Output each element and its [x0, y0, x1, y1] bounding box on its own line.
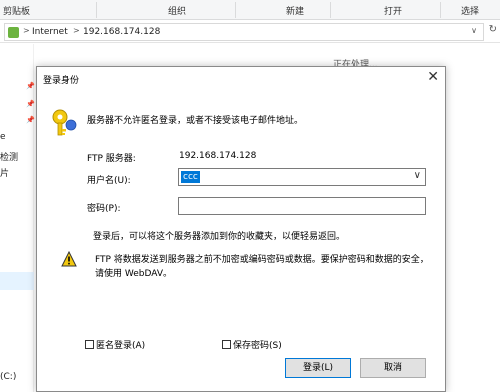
save-password-label: 保存密码(S): [233, 341, 282, 351]
refresh-icon[interactable]: ↻: [489, 24, 497, 35]
server-value: 192.168.174.128: [179, 151, 257, 161]
breadcrumb-internet[interactable]: Internet: [32, 27, 68, 37]
ribbon-divider: [330, 2, 331, 18]
chevron-down-icon[interactable]: ∨: [471, 26, 477, 35]
ribbon: 剪贴板 组织 新建 打开 选择: [0, 0, 500, 20]
close-icon[interactable]: ✕: [427, 69, 439, 85]
ribbon-group-open[interactable]: 打开: [384, 4, 402, 17]
nav-item[interactable]: 检测: [0, 150, 18, 163]
ribbon-divider: [235, 2, 236, 18]
network-icon: [8, 27, 19, 38]
server-label: FTP 服务器:: [87, 154, 136, 164]
checkbox-box[interactable]: [85, 340, 94, 349]
save-password-checkbox[interactable]: 保存密码(S): [222, 338, 282, 351]
ribbon-divider: [440, 2, 441, 18]
ribbon-divider: [96, 2, 97, 18]
nav-item[interactable]: e: [0, 132, 6, 142]
password-label: 密码(P):: [87, 204, 121, 214]
nav-item-drive-c[interactable]: (C:): [0, 372, 16, 382]
anonymous-login-label: 匿名登录(A): [96, 341, 146, 351]
pin-icon[interactable]: 📌: [26, 100, 35, 108]
login-button[interactable]: 登录(L): [285, 358, 351, 378]
username-combobox[interactable]: ccc ∨: [178, 168, 426, 186]
chevron-down-icon[interactable]: ∨: [414, 170, 421, 181]
address-bar[interactable]: > Internet > 192.168.174.128 ∨: [4, 23, 484, 41]
warning-icon: [61, 251, 77, 267]
key-icon: [52, 109, 77, 136]
username-input-value[interactable]: ccc: [181, 171, 200, 183]
chevron-right-icon[interactable]: >: [23, 26, 30, 35]
chevron-right-icon[interactable]: >: [73, 26, 80, 35]
security-warning: FTP 将数据发送到服务器之前不加密或编码密码或数据。要保护密码和数据的安全，请…: [95, 255, 429, 279]
ribbon-group-new[interactable]: 新建: [286, 4, 304, 17]
dialog-titlebar[interactable]: 登录身份 ✕: [37, 67, 445, 89]
ribbon-group-select[interactable]: 选择: [461, 4, 479, 17]
navigation-pane: 📌 📌 📌 e 检测 片 (C:): [0, 44, 35, 392]
breadcrumb-server[interactable]: 192.168.174.128: [83, 27, 160, 37]
nav-item[interactable]: 片: [0, 166, 9, 179]
cancel-button[interactable]: 取消: [360, 358, 426, 378]
address-bar-region: > Internet > 192.168.174.128 ∨: [0, 21, 500, 43]
pin-icon[interactable]: 📌: [26, 82, 35, 90]
pin-icon[interactable]: 📌: [26, 116, 35, 124]
dialog-message: 服务器不允许匿名登录，或者不接受该电子邮件地址。: [87, 116, 304, 126]
dialog-title: 登录身份: [43, 76, 80, 86]
ribbon-group-clipboard[interactable]: 剪贴板: [3, 4, 30, 17]
favorites-note: 登录后，可以将这个服务器添加到你的收藏夹，以便轻易返回。: [93, 232, 346, 242]
ribbon-group-organize[interactable]: 组织: [168, 4, 186, 17]
nav-item-selected[interactable]: [0, 272, 34, 290]
anonymous-login-checkbox[interactable]: 匿名登录(A): [85, 338, 145, 351]
checkbox-box[interactable]: [222, 340, 231, 349]
login-dialog: 登录身份 ✕ 服务器不允许匿名登录，或者不接受该电子邮件地址。 FTP 服务器:…: [36, 66, 446, 392]
password-field[interactable]: [178, 197, 426, 215]
username-label: 用户名(U):: [87, 176, 131, 186]
